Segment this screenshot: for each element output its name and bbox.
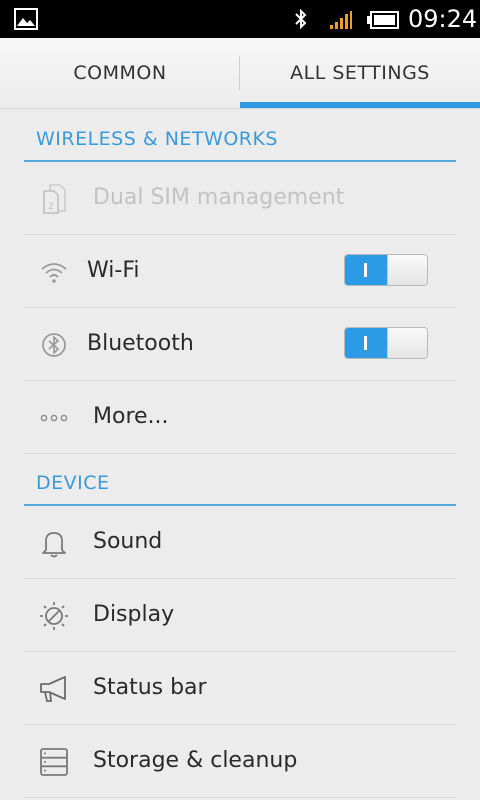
toggle-knob — [387, 328, 427, 358]
tab-all-settings[interactable]: ALL SETTINGS — [240, 38, 480, 108]
section-header-device: DEVICE — [24, 452, 456, 506]
bluetooth-toggle[interactable] — [344, 327, 428, 359]
battery-icon — [367, 11, 399, 29]
item-label: Display — [93, 602, 175, 627]
item-label: Storage & cleanup — [93, 748, 298, 773]
picture-icon — [14, 8, 38, 30]
section-title: DEVICE — [36, 472, 110, 494]
brightness-icon — [40, 602, 68, 630]
bell-icon — [42, 532, 66, 558]
svg-text:2: 2 — [48, 202, 54, 212]
settings-item-wifi[interactable]: Wi-Fi — [24, 235, 456, 308]
toggle-on-part — [345, 328, 387, 358]
settings-item-more[interactable]: More... — [24, 381, 456, 454]
settings-item-dual-sim[interactable]: 2 Dual SIM management — [24, 162, 456, 235]
storage-icon — [40, 748, 68, 776]
section-header-wireless: WIRELESS & NETWORKS — [24, 108, 456, 162]
settings-item-bluetooth[interactable]: Bluetooth — [24, 308, 456, 381]
item-label: Dual SIM management — [93, 185, 345, 210]
signal-icon — [330, 11, 352, 29]
more-icon — [40, 414, 68, 422]
wifi-icon — [41, 263, 67, 283]
clock: 09:24 — [408, 5, 478, 33]
tab-bar: COMMON ALL SETTINGS — [0, 38, 480, 109]
item-label: Status bar — [93, 675, 207, 700]
item-label: Wi-Fi — [87, 258, 140, 283]
bluetooth-icon — [295, 8, 307, 30]
status-bar: 09:24 — [0, 0, 480, 38]
settings-item-display[interactable]: Display — [24, 579, 456, 652]
item-label: More... — [93, 404, 169, 429]
section-title: WIRELESS & NETWORKS — [36, 128, 278, 150]
toggle-knob — [387, 255, 427, 285]
wifi-toggle[interactable] — [344, 254, 428, 286]
settings-item-status-bar[interactable]: Status bar — [24, 652, 456, 725]
item-label: Bluetooth — [87, 331, 194, 356]
item-label: Sound — [93, 529, 163, 554]
bluetooth-icon — [42, 333, 66, 357]
megaphone-icon — [40, 676, 66, 702]
tab-common[interactable]: COMMON — [0, 38, 240, 108]
settings-item-sound[interactable]: Sound — [24, 506, 456, 579]
settings-item-storage[interactable]: Storage & cleanup — [24, 725, 456, 798]
toggle-on-part — [345, 255, 387, 285]
dual-sim-icon: 2 — [43, 184, 66, 214]
